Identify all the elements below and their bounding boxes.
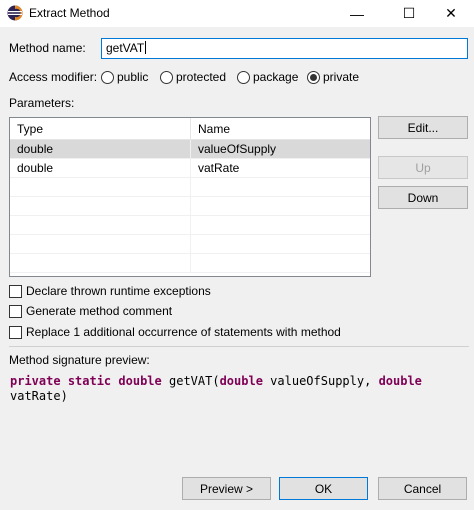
checkbox-icon xyxy=(9,325,22,339)
table-row[interactable]: double vatRate xyxy=(10,159,370,178)
radio-private[interactable]: private xyxy=(307,69,359,85)
keyword: double xyxy=(219,374,263,388)
generate-comment-checkbox[interactable]: Generate method comment xyxy=(9,303,172,319)
preview-button[interactable]: Preview > xyxy=(182,477,271,500)
radio-private-label: private xyxy=(323,70,360,84)
parameters-label: Parameters: xyxy=(9,96,75,110)
minimize-icon: — xyxy=(350,5,364,22)
empty-row xyxy=(10,178,370,197)
empty-row xyxy=(10,235,370,254)
eclipse-icon xyxy=(7,5,23,21)
radio-selected-icon xyxy=(307,70,320,84)
empty-cell xyxy=(10,197,191,215)
param-identifier: valueOfSupply, xyxy=(270,374,372,388)
empty-cell xyxy=(10,235,191,253)
cell-name: valueOfSupply xyxy=(198,142,277,156)
close-button[interactable]: ✕ xyxy=(428,0,474,27)
up-button[interactable]: Up xyxy=(378,156,468,179)
empty-cell xyxy=(10,216,191,234)
radio-circle-icon xyxy=(160,70,173,84)
method-name-input[interactable]: getVAT xyxy=(101,38,468,59)
checkbox-icon xyxy=(9,304,22,318)
cell-name: vatRate xyxy=(198,161,240,175)
method-identifier: getVAT( xyxy=(169,374,220,388)
column-header-type[interactable]: Type xyxy=(10,118,191,139)
minimize-button[interactable]: — xyxy=(334,0,380,27)
radio-public[interactable]: public xyxy=(101,69,148,85)
keyword: private xyxy=(10,374,61,388)
method-name-value: getVAT xyxy=(106,41,145,55)
empty-cell xyxy=(191,178,198,196)
generate-comment-label: Generate method comment xyxy=(26,304,173,318)
declare-exceptions-checkbox[interactable]: Declare thrown runtime exceptions xyxy=(9,283,211,299)
empty-row xyxy=(10,197,370,216)
radio-protected[interactable]: protected xyxy=(160,69,226,85)
cell-type: double xyxy=(10,140,191,158)
table-header: Type Name xyxy=(10,118,370,140)
radio-package[interactable]: package xyxy=(237,69,298,85)
cancel-button[interactable]: Cancel xyxy=(378,477,467,500)
empty-row xyxy=(10,216,370,235)
column-header-name[interactable]: Name xyxy=(191,118,230,139)
empty-row xyxy=(10,254,370,273)
signature-preview-label: Method signature preview: xyxy=(9,353,150,367)
maximize-icon: ☐ xyxy=(402,5,416,21)
parameters-table[interactable]: Type Name double valueOfSupply double va… xyxy=(9,117,371,277)
radio-public-label: public xyxy=(117,70,149,84)
text-caret xyxy=(145,41,147,54)
ok-button[interactable]: OK xyxy=(279,477,368,500)
separator xyxy=(9,346,469,347)
down-button[interactable]: Down xyxy=(378,186,468,209)
table-row[interactable]: double valueOfSupply xyxy=(10,140,370,159)
edit-button[interactable]: Edit... xyxy=(378,116,468,139)
empty-cell xyxy=(191,197,198,215)
keyword: double xyxy=(118,374,162,388)
keyword: static xyxy=(67,374,112,388)
empty-cell xyxy=(10,178,191,196)
method-name-label: Method name: xyxy=(9,41,86,55)
maximize-button[interactable]: ☐ xyxy=(386,0,432,27)
close-icon: ✕ xyxy=(445,5,457,21)
window-title: Extract Method xyxy=(29,6,110,20)
radio-circle-icon xyxy=(101,70,114,84)
replace-occurrences-label: Replace 1 additional occurrence of state… xyxy=(26,325,341,339)
replace-occurrences-checkbox[interactable]: Replace 1 additional occurrence of state… xyxy=(9,324,341,340)
radio-circle-icon xyxy=(237,70,250,84)
empty-cell xyxy=(191,235,198,253)
signature-preview: private static double getVAT(double valu… xyxy=(10,374,450,404)
declare-exceptions-label: Declare thrown runtime exceptions xyxy=(26,284,211,298)
radio-protected-label: protected xyxy=(176,70,227,84)
empty-cell xyxy=(10,254,191,272)
cell-type: double xyxy=(10,159,191,177)
signature-line-1: private static double getVAT(double valu… xyxy=(10,374,450,389)
keyword: double xyxy=(378,374,422,388)
checkbox-icon xyxy=(9,284,22,298)
title-bar: Extract Method — ☐ ✕ xyxy=(0,0,474,27)
empty-cell xyxy=(191,216,198,234)
radio-package-label: package xyxy=(253,70,299,84)
empty-cell xyxy=(191,254,198,272)
access-modifier-label: Access modifier: xyxy=(9,70,98,84)
signature-line-2: vatRate) xyxy=(10,389,68,403)
